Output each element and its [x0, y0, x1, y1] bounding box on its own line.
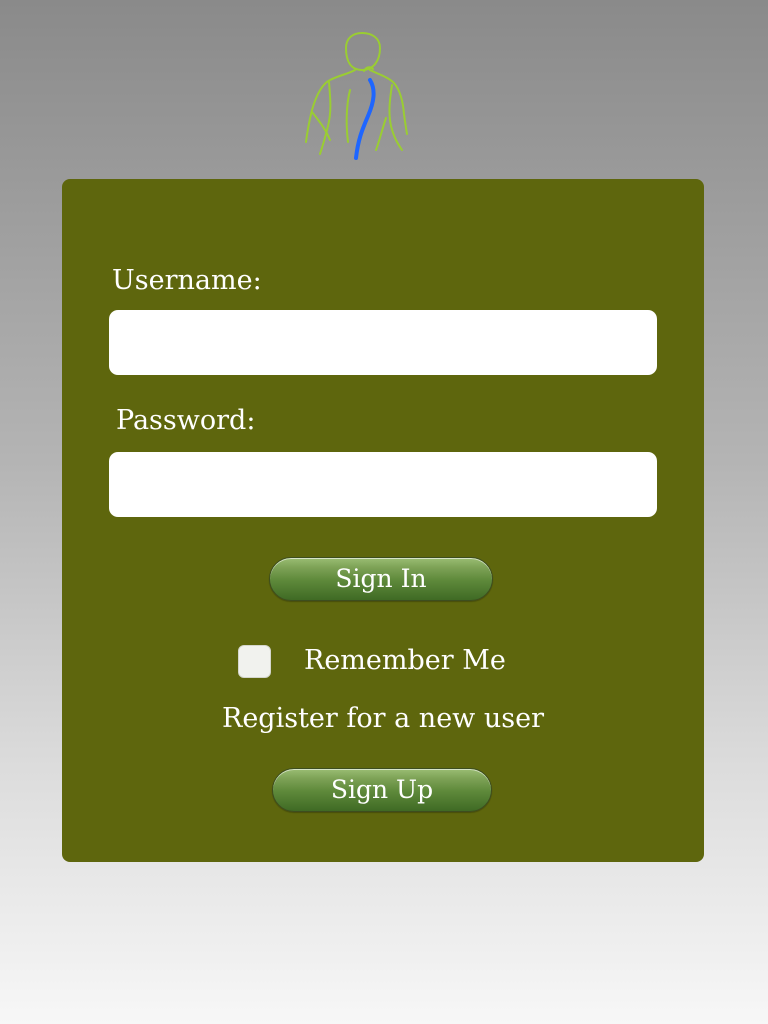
remember-me-checkbox[interactable] [238, 645, 271, 678]
sign-up-button[interactable]: Sign Up [272, 768, 492, 812]
username-input[interactable] [109, 310, 657, 375]
app-logo [300, 30, 412, 162]
register-prompt: Register for a new user [221, 703, 544, 734]
password-label: Password: [116, 405, 256, 436]
remember-me-label[interactable]: Remember Me [304, 645, 506, 677]
human-spine-icon [305, 32, 408, 160]
password-input[interactable] [109, 452, 657, 517]
sign-in-button[interactable]: Sign In [269, 557, 493, 601]
username-label: Username: [112, 265, 262, 296]
login-panel: Username: Password: Sign In Remember Me … [62, 179, 704, 862]
